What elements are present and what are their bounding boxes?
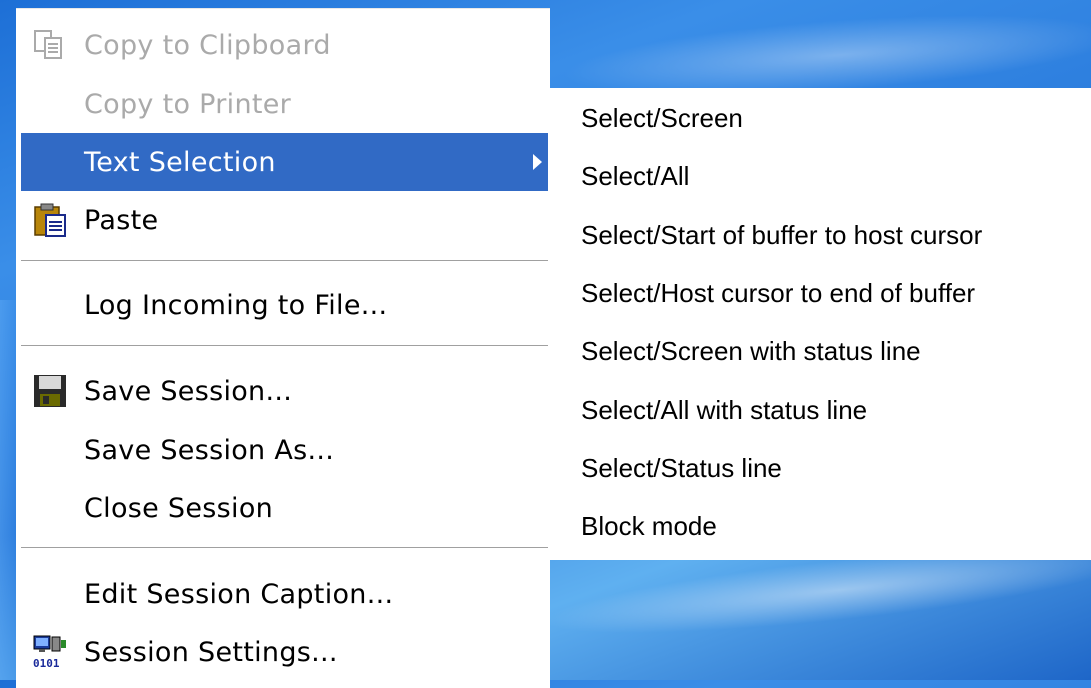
submenu-item-select-screen[interactable]: Select/Screen xyxy=(548,89,1091,147)
text-selection-submenu: Select/Screen Select/All Select/Start of… xyxy=(548,88,1091,560)
submenu-item-select-start-to-cursor[interactable]: Select/Start of buffer to host cursor xyxy=(548,206,1091,264)
submenu-item-label: Select/All with status line xyxy=(581,394,868,425)
menu-item-label: Save Session... xyxy=(84,375,293,407)
menu-item-label: Save Session As... xyxy=(84,434,335,466)
submenu-item-label: Select/Start of buffer to host cursor xyxy=(581,219,983,250)
floppy-disk-icon xyxy=(32,373,68,409)
menu-item-text-selection[interactable]: Text Selection xyxy=(21,133,550,191)
menu-item-label: Text Selection xyxy=(84,146,276,178)
menu-item-label: Close Session xyxy=(84,492,274,524)
submenu-item-select-all[interactable]: Select/All xyxy=(548,147,1091,205)
submenu-item-label: Select/Screen xyxy=(581,102,743,133)
submenu-item-label: Select/Host cursor to end of buffer xyxy=(581,277,976,308)
menu-separator xyxy=(21,345,550,347)
submenu-item-select-cursor-to-end[interactable]: Select/Host cursor to end of buffer xyxy=(548,264,1091,322)
submenu-item-label: Select/All xyxy=(581,160,690,191)
submenu-item-label: Block mode xyxy=(581,510,717,541)
session-settings-icon: 0101 xyxy=(32,634,68,670)
paste-icon xyxy=(32,202,68,238)
submenu-item-select-all-with-status[interactable]: Select/All with status line xyxy=(548,381,1091,439)
menu-separator xyxy=(21,260,550,262)
menu-item-label: Paste xyxy=(84,204,159,236)
svg-text:0101: 0101 xyxy=(33,657,60,670)
submenu-item-label: Select/Screen with status line xyxy=(581,335,921,366)
menu-item-label: Copy to Clipboard xyxy=(84,29,331,61)
menu-item-save-session-as[interactable]: Save Session As... xyxy=(21,421,550,479)
menu-item-label: Copy to Printer xyxy=(84,88,292,120)
menu-separator xyxy=(21,547,550,549)
submenu-item-select-screen-with-status[interactable]: Select/Screen with status line xyxy=(548,322,1091,380)
copy-icon xyxy=(32,27,68,63)
submenu-arrow-icon xyxy=(533,154,542,170)
menu-item-label: Edit Session Caption... xyxy=(84,578,394,610)
menu-item-log-incoming[interactable]: Log Incoming to File... xyxy=(21,276,550,334)
submenu-item-label: Select/Status line xyxy=(581,452,782,483)
menu-item-paste[interactable]: Paste xyxy=(21,191,550,249)
menu-item-edit-session-caption[interactable]: Edit Session Caption... xyxy=(21,565,550,623)
menu-item-label: Session Settings... xyxy=(84,636,338,668)
menu-item-label: Log Incoming to File... xyxy=(84,289,388,321)
context-menu: Copy to Clipboard Copy to Printer Text S… xyxy=(16,8,550,688)
menu-item-close-session[interactable]: Close Session xyxy=(21,479,550,537)
menu-item-session-settings[interactable]: 0101 Session Settings... xyxy=(21,623,550,681)
menu-item-copy-to-printer[interactable]: Copy to Printer xyxy=(21,75,550,133)
submenu-item-select-status-line[interactable]: Select/Status line xyxy=(548,439,1091,497)
submenu-item-block-mode[interactable]: Block mode xyxy=(548,497,1091,555)
menu-item-save-session[interactable]: Save Session... xyxy=(21,362,550,420)
menu-item-copy-to-clipboard[interactable]: Copy to Clipboard xyxy=(21,16,550,74)
